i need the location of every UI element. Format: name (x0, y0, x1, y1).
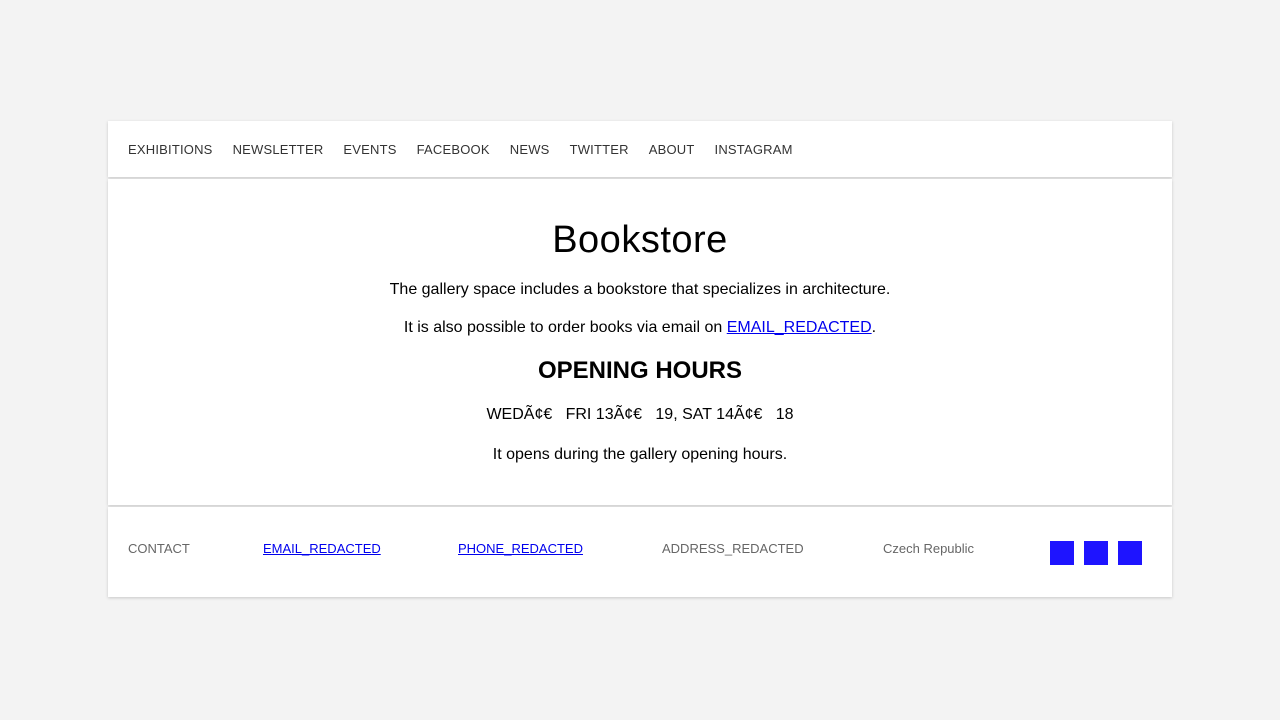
nav-item-news[interactable]: NEWS (510, 142, 550, 157)
order-text: It is also possible to order books via e… (108, 318, 1172, 338)
intro-text: The gallery space includes a bookstore t… (389, 281, 891, 298)
twitter-icon[interactable] (1084, 541, 1108, 565)
instagram-icon[interactable] (1118, 541, 1142, 565)
order-text-suffix: . (871, 319, 877, 336)
nav-item-events[interactable]: EVENTS (343, 142, 396, 157)
page-frame: EXHIBITIONS NEWSLETTER EVENTS FACEBOOK N… (108, 121, 1172, 597)
order-email-link[interactable]: EMAIL_REDACTED (727, 319, 872, 336)
footer-email-link[interactable]: EMAIL_REDACTED (263, 541, 381, 557)
nav-item-about[interactable]: ABOUT (649, 142, 695, 157)
footer-phone-link[interactable]: PHONE_REDACTED (458, 541, 583, 557)
footer: CONTACT EMAIL_REDACTED PHONE_REDACTED AD… (108, 507, 1172, 597)
order-text-prefix: It is also possible to order books via e… (403, 319, 727, 336)
main-content: Bookstore The gallery space includes a b… (108, 179, 1172, 505)
nav-item-twitter[interactable]: TWITTER (570, 142, 629, 157)
nav-item-facebook[interactable]: FACEBOOK (417, 142, 490, 157)
footer-address: ADDRESS_REDACTED (662, 541, 804, 556)
top-navigation: EXHIBITIONS NEWSLETTER EVENTS FACEBOOK N… (108, 121, 1172, 177)
nav-item-instagram[interactable]: INSTAGRAM (715, 142, 793, 157)
nav-item-exhibitions[interactable]: EXHIBITIONS (128, 142, 213, 157)
opening-hours-heading: OPENING HOURS (537, 357, 743, 384)
nav-item-newsletter[interactable]: NEWSLETTER (233, 142, 324, 157)
footer-contact-label: CONTACT (128, 541, 190, 556)
facebook-icon[interactable] (1050, 541, 1074, 565)
page-title: Bookstore (552, 219, 728, 261)
opening-hours-text: WEDÃ¢€ FRI 13Ã¢€ 19, SAT 14Ã¢€ 18 (486, 406, 794, 423)
opening-note: It opens during the gallery opening hour… (492, 446, 788, 463)
footer-country: Czech Republic (883, 541, 975, 556)
